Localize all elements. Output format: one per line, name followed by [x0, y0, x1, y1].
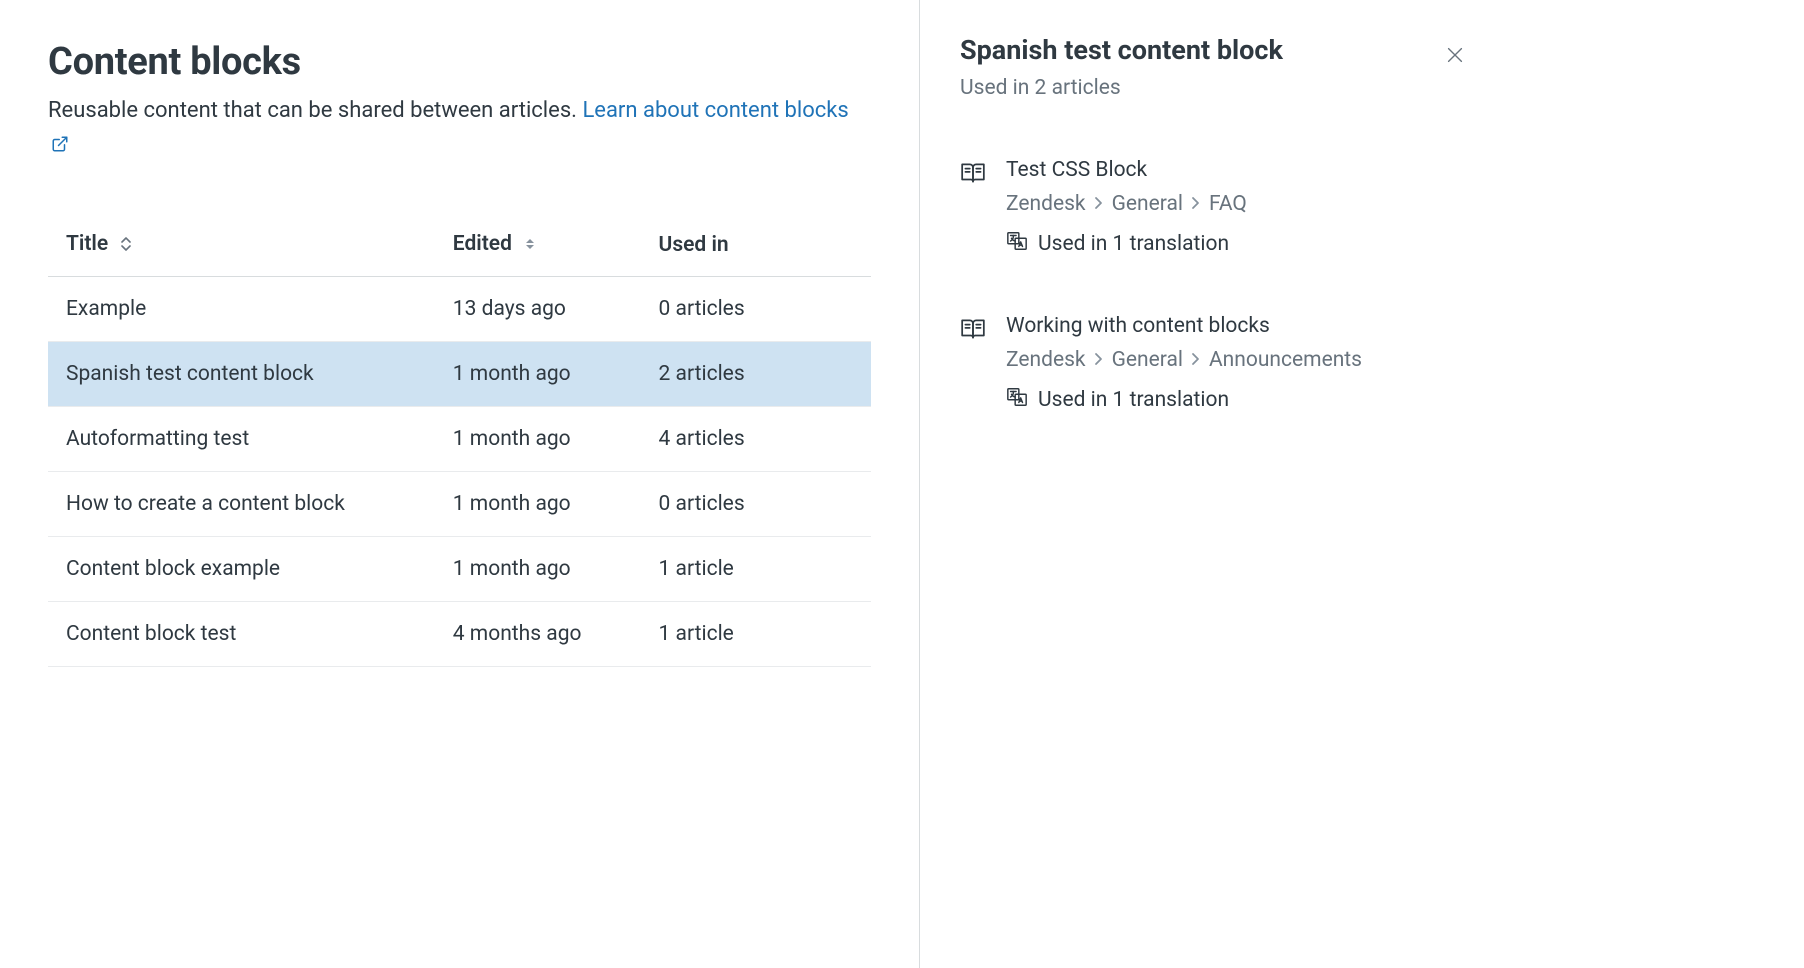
articles-list: Test CSS Block Zendesk General FAQ Used in 1…: [960, 158, 1470, 414]
breadcrumb-item: General: [1112, 192, 1183, 216]
translation-line: Used in 1 translation: [1006, 386, 1470, 414]
detail-title: Spanish test content block: [960, 34, 1283, 66]
table-cell-title: Content block test: [48, 602, 435, 667]
subtitle-lead: Reusable content that can be shared betw…: [48, 98, 582, 123]
breadcrumb-item: Zendesk: [1006, 348, 1086, 372]
chevron-right-icon: [1191, 348, 1201, 372]
table-row[interactable]: Content block example1 month ago1 articl…: [48, 537, 871, 602]
th-title-label: Title: [66, 232, 108, 256]
table-header-title[interactable]: Title: [48, 220, 435, 277]
translation-text: Used in 1 translation: [1038, 388, 1229, 412]
page-subtitle: Reusable content that can be shared betw…: [48, 94, 871, 164]
table-header-edited[interactable]: Edited: [435, 220, 641, 277]
breadcrumb: Zendesk General Announcements: [1006, 348, 1470, 372]
table-cell-edited: 1 month ago: [435, 472, 641, 537]
table-cell-title: Autoformatting test: [48, 407, 435, 472]
article-title: Working with content blocks: [1006, 314, 1470, 338]
table-row[interactable]: Example13 days ago0 articles: [48, 277, 871, 342]
breadcrumb: Zendesk General FAQ: [1006, 192, 1470, 216]
article-title: Test CSS Block: [1006, 158, 1470, 182]
table-row[interactable]: How to create a content block1 month ago…: [48, 472, 871, 537]
chevron-right-icon: [1191, 192, 1201, 216]
book-icon: [960, 316, 986, 414]
learn-link-label: Learn about content blocks: [582, 98, 848, 123]
table-cell-edited: 1 month ago: [435, 537, 641, 602]
article-item[interactable]: Test CSS Block Zendesk General FAQ Used in 1…: [960, 158, 1470, 258]
sort-icon: [523, 234, 537, 258]
chevron-right-icon: [1094, 348, 1104, 372]
article-item[interactable]: Working with content blocks Zendesk Genera…: [960, 314, 1470, 414]
table-cell-edited: 1 month ago: [435, 342, 641, 407]
table-header-usedin[interactable]: Used in: [641, 220, 871, 277]
table-cell-title: How to create a content block: [48, 472, 435, 537]
table-cell-title: Example: [48, 277, 435, 342]
th-usedin-label: Used in: [659, 233, 729, 257]
app-layout: Content blocks Reusable content that can…: [0, 0, 1804, 968]
table-cell-used_in: 0 articles: [641, 277, 871, 342]
external-link-icon: [51, 130, 69, 164]
main-panel: Content blocks Reusable content that can…: [0, 0, 920, 968]
detail-panel: Spanish test content block Used in 2 art…: [920, 0, 1510, 968]
chevron-right-icon: [1094, 192, 1104, 216]
content-blocks-table: Title Edited Used in: [48, 220, 871, 667]
table-cell-used_in: 1 article: [641, 602, 871, 667]
breadcrumb-item: General: [1112, 348, 1183, 372]
table-row[interactable]: Autoformatting test1 month ago4 articles: [48, 407, 871, 472]
table-cell-title: Spanish test content block: [48, 342, 435, 407]
book-icon: [960, 160, 986, 258]
detail-subtitle: Used in 2 articles: [960, 76, 1283, 100]
th-edited-label: Edited: [453, 232, 512, 256]
translation-line: Used in 1 translation: [1006, 230, 1470, 258]
breadcrumb-item: Announcements: [1209, 348, 1362, 372]
table-cell-edited: 13 days ago: [435, 277, 641, 342]
translation-icon: [1006, 230, 1028, 258]
table-cell-edited: 4 months ago: [435, 602, 641, 667]
table-cell-used_in: 1 article: [641, 537, 871, 602]
table-row[interactable]: Content block test4 months ago1 article: [48, 602, 871, 667]
page-title: Content blocks: [48, 40, 871, 84]
close-button[interactable]: [1440, 40, 1470, 73]
sort-icon: [119, 234, 133, 258]
breadcrumb-item: FAQ: [1209, 192, 1247, 216]
table-cell-used_in: 4 articles: [641, 407, 871, 472]
table-row[interactable]: Spanish test content block1 month ago2 a…: [48, 342, 871, 407]
detail-header: Spanish test content block Used in 2 art…: [960, 34, 1470, 158]
close-icon: [1444, 54, 1466, 69]
table-cell-used_in: 2 articles: [641, 342, 871, 407]
table-cell-used_in: 0 articles: [641, 472, 871, 537]
translation-icon: [1006, 386, 1028, 414]
translation-text: Used in 1 translation: [1038, 232, 1229, 256]
table-cell-edited: 1 month ago: [435, 407, 641, 472]
breadcrumb-item: Zendesk: [1006, 192, 1086, 216]
table-cell-title: Content block example: [48, 537, 435, 602]
